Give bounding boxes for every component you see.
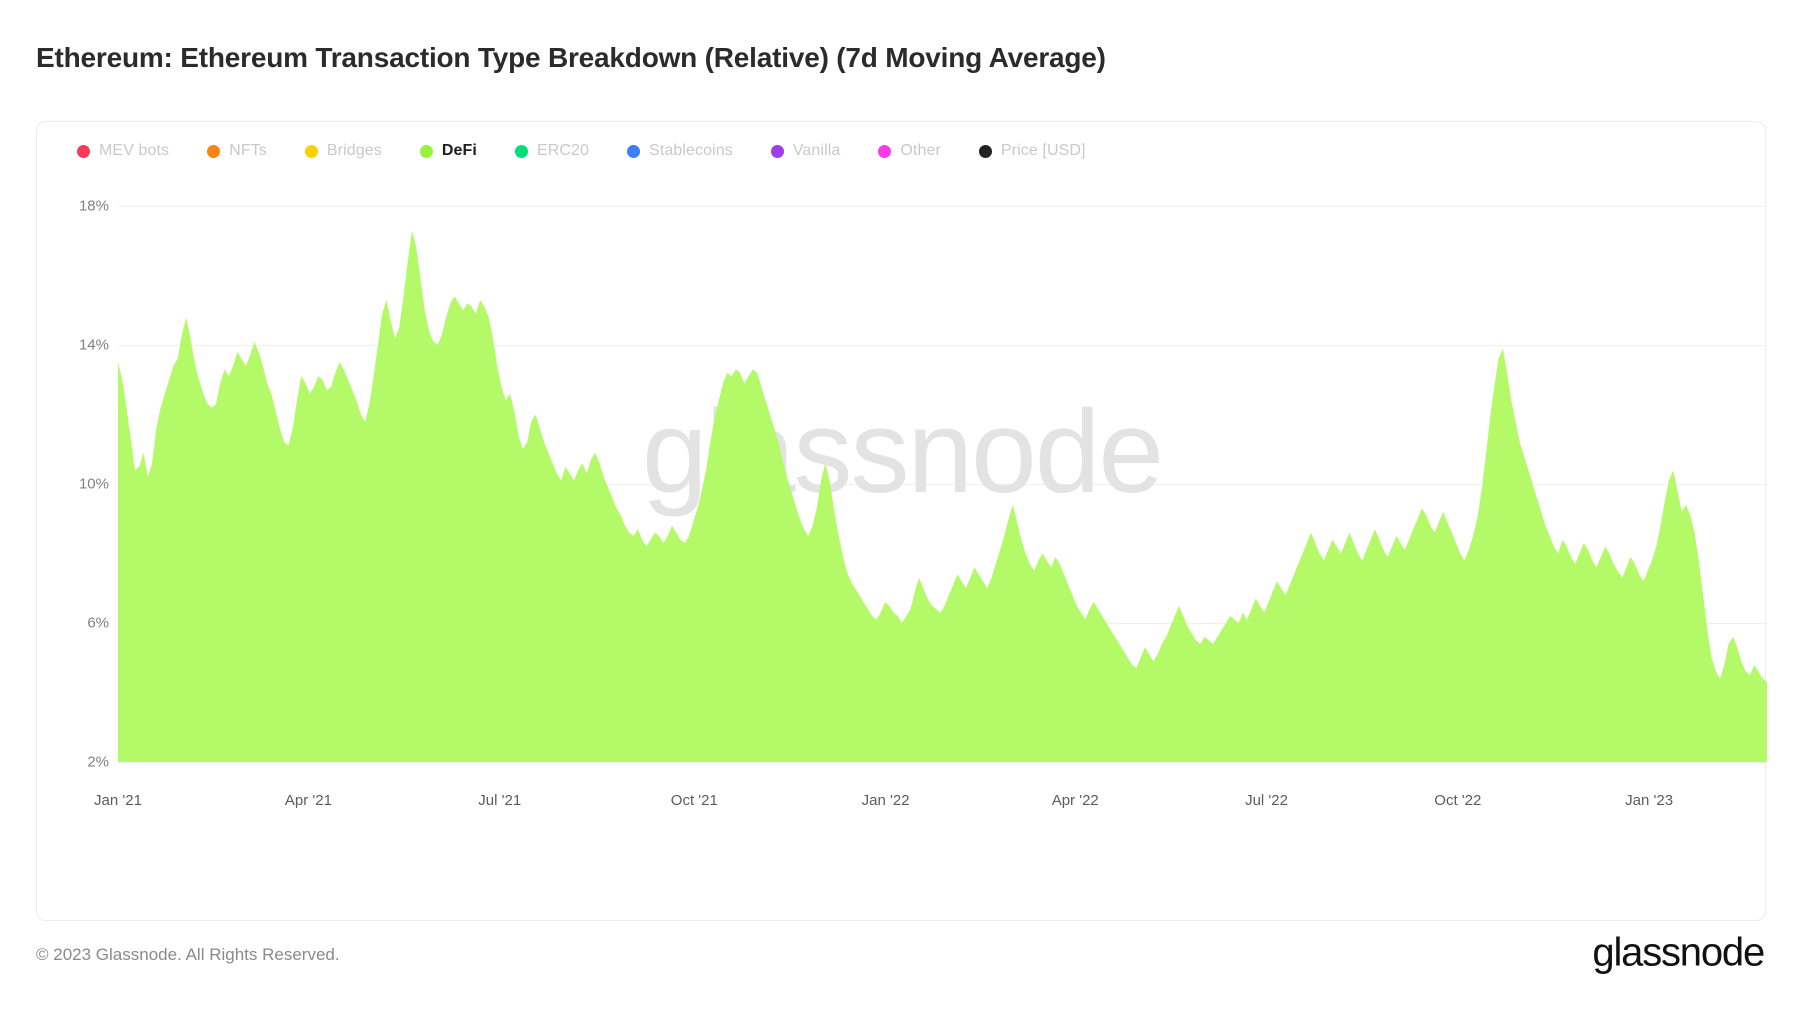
- x-axis-tick-label: Apr '21: [284, 792, 332, 809]
- footer-logo: glassnode: [1592, 930, 1765, 975]
- series-defi-area: [118, 230, 1767, 762]
- x-axis-tick-label: Oct '21: [670, 792, 718, 809]
- x-axis-tick-label: Jan '22: [861, 792, 910, 809]
- area-path-defi: [118, 230, 1767, 762]
- chart-card: MEV bots NFTs Bridges DeFi ERC20 Stablecoins V…: [36, 121, 1767, 922]
- plot-area: glassnode 2% 6% 10% 14% 18% Jan '21 Apr '21 Ju…: [37, 122, 1767, 922]
- page-title: Ethereum: Ethereum Transaction Type Brea…: [36, 42, 1106, 73]
- x-axis-tick-label: Jan '21: [94, 792, 142, 809]
- x-axis-tick-label: Oct '22: [1434, 792, 1482, 809]
- chart-page: Ethereum: Ethereum Transaction Type Brea…: [0, 0, 1800, 1013]
- x-axis-tick-label: Jul '22: [1245, 792, 1288, 809]
- footer-copyright: © 2023 Glassnode. All Rights Reserved.: [36, 945, 340, 964]
- x-axis-tick-label: Apr '22: [1051, 792, 1099, 809]
- x-axis-tick-label: Jan '23: [1625, 792, 1674, 809]
- x-axis-tick-label: Jul '21: [478, 792, 522, 809]
